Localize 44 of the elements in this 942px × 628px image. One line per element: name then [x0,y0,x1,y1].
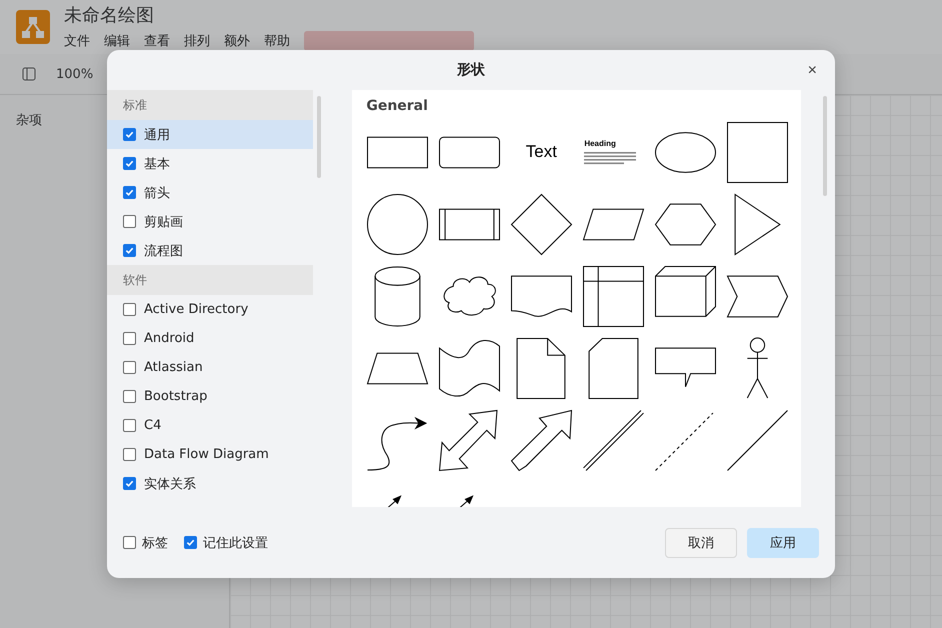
library-label: 实体关系 [144,476,196,492]
library-row[interactable]: Data Flow Diagram [107,440,314,469]
menu-item[interactable]: 额外 [224,32,250,50]
cancel-button[interactable]: 取消 [665,528,737,558]
menu-item[interactable]: 编辑 [104,32,130,50]
library-row[interactable]: Atlassian [107,353,314,382]
library-row[interactable]: Active Directory [107,295,314,324]
library-row[interactable]: 箭头 [107,178,314,207]
close-button[interactable]: × [804,60,821,82]
library-label: Data Flow Diagram [144,447,269,462]
apply-button[interactable]: 应用 [747,528,819,558]
text-shape[interactable]: Text [526,142,557,162]
menu-item[interactable]: 帮助 [264,32,290,50]
library-row[interactable]: Android [107,324,314,353]
library-row[interactable]: 剪贴画 [107,207,314,236]
library-label: 箭头 [144,184,170,202]
group-title: 软件 [123,272,147,288]
zoom-level[interactable]: 100% [56,66,94,82]
menu-item[interactable]: 查看 [144,32,170,50]
sidebar-section-title[interactable]: 杂项 [16,113,42,128]
library-label: 通用 [144,126,170,144]
library-label: Active Directory [144,302,248,317]
menu-item[interactable]: 文件 [64,32,90,50]
library-row[interactable]: C4 [107,411,314,440]
library-label: Android [144,331,194,346]
library-row[interactable]: 流程图 [107,236,314,265]
library-row[interactable]: 实体关系 [107,469,314,498]
option-label: 标签 [142,534,168,552]
library-row[interactable]: 通用 [107,120,314,149]
library-label: 基本 [144,156,170,172]
library-label: Atlassian [144,360,203,375]
menu-item[interactable]: 排列 [184,32,210,50]
preview-title: General [366,98,429,114]
option-label: 记住此设置 [203,534,268,552]
library-label: Bootstrap [144,389,208,404]
library-row[interactable]: 基本 [107,149,314,178]
document-title: 未命名绘图 [64,4,155,27]
library-label: 流程图 [144,242,183,260]
library-row[interactable]: Bootstrap [107,382,314,411]
dialog-title: 形状 [457,61,485,79]
heading-shape[interactable]: Heading [584,139,642,148]
library-label: C4 [144,418,162,433]
library-label: 剪贴画 [144,214,183,230]
group-title: 标准 [123,96,147,114]
